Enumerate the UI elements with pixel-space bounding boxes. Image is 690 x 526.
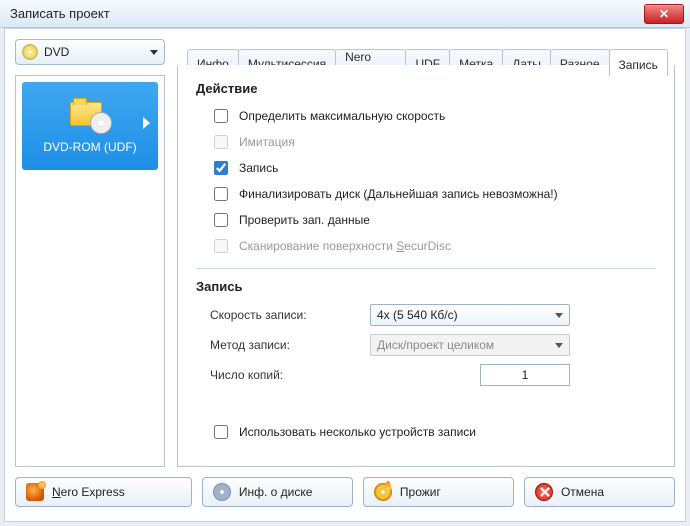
bottom-bar: Nero Express Инф. о диске Прожиг Отмена	[15, 477, 675, 511]
opt-label: Проверить зап. данные	[239, 213, 370, 227]
copies-label: Число копий:	[210, 368, 370, 382]
chevron-down-icon	[555, 313, 563, 318]
checkbox-multi-devices[interactable]	[214, 425, 228, 439]
sidebar-item-dvdrom-udf[interactable]: DVD-ROM (UDF)	[22, 82, 158, 170]
method-label: Метод записи:	[210, 338, 370, 352]
disc-info-button[interactable]: Инф. о диске	[202, 477, 353, 507]
dialog-frame: DVD Инфо Мультисессия Nero DiscSpan UDF …	[4, 28, 686, 522]
section-title-burn: Запись	[196, 279, 656, 294]
opt-securdisc-scan: Сканирование поверхности SecurDisc	[210, 236, 656, 256]
row-speed: Скорость записи: 4x (5 540 Кб/с)	[210, 304, 656, 326]
disc-icon	[22, 44, 38, 60]
project-sidebar: DVD-ROM (UDF)	[15, 75, 165, 467]
button-label: Nero Express	[52, 485, 125, 499]
sidebar-item-label: DVD-ROM (UDF)	[43, 140, 136, 154]
top-row: DVD Инфо Мультисессия Nero DiscSpan UDF …	[15, 39, 675, 67]
button-label: Прожиг	[400, 485, 441, 499]
opt-simulate: Имитация	[210, 132, 656, 152]
method-select: Диск/проект целиком	[370, 334, 570, 356]
button-label: Отмена	[561, 485, 604, 499]
opt-label: Сканирование поверхности SecurDisc	[239, 239, 451, 253]
burn-button[interactable]: Прожиг	[363, 477, 514, 507]
close-button[interactable]: ✕	[644, 4, 684, 24]
chevron-down-icon	[150, 50, 158, 55]
opt-label: Финализировать диск (Дальнейшая запись н…	[239, 187, 558, 201]
chevron-down-icon	[555, 343, 563, 348]
opt-multi-devices[interactable]: Использовать несколько устройств записи	[210, 422, 656, 442]
opt-label: Запись	[239, 161, 278, 175]
opt-finalize[interactable]: Финализировать диск (Дальнейшая запись н…	[210, 184, 656, 204]
checkbox-burn[interactable]	[214, 161, 228, 175]
divider	[196, 268, 656, 269]
folder-disc-icon	[70, 98, 110, 132]
checkbox-securdisc	[214, 239, 228, 253]
tab-burn[interactable]: Запись	[609, 49, 668, 76]
chevron-right-icon	[143, 117, 150, 129]
copies-input[interactable]: 1	[480, 364, 570, 386]
title-bar: Записать проект ✕	[0, 0, 690, 28]
disc-icon	[213, 483, 231, 501]
opt-verify[interactable]: Проверить зап. данные	[210, 210, 656, 230]
close-icon: ✕	[659, 7, 669, 21]
opt-burn[interactable]: Запись	[210, 158, 656, 178]
checkbox-verify[interactable]	[214, 213, 228, 227]
nero-express-button[interactable]: Nero Express	[15, 477, 192, 507]
opt-label: Использовать несколько устройств записи	[239, 425, 476, 439]
drive-label: DVD	[44, 45, 69, 59]
checkbox-simulate	[214, 135, 228, 149]
row-copies: Число копий: 1	[210, 364, 656, 386]
opt-label: Имитация	[239, 135, 295, 149]
burn-icon	[374, 483, 392, 501]
section-title-action: Действие	[196, 81, 656, 96]
drive-selector[interactable]: DVD	[15, 39, 165, 65]
nero-icon	[26, 483, 44, 501]
cancel-icon	[535, 483, 553, 501]
speed-label: Скорость записи:	[210, 308, 370, 322]
checkbox-finalize[interactable]	[214, 187, 228, 201]
speed-select[interactable]: 4x (5 540 Кб/с)	[370, 304, 570, 326]
window-title: Записать проект	[10, 6, 644, 21]
button-label: Инф. о диске	[239, 485, 313, 499]
row-method: Метод записи: Диск/проект целиком	[210, 334, 656, 356]
opt-label: Определить максимальную скорость	[239, 109, 445, 123]
burn-panel: Действие Определить максимальную скорост…	[177, 65, 675, 467]
checkbox-max-speed[interactable]	[214, 109, 228, 123]
method-value: Диск/проект целиком	[377, 338, 494, 352]
opt-max-speed[interactable]: Определить максимальную скорость	[210, 106, 656, 126]
cancel-button[interactable]: Отмена	[524, 477, 675, 507]
speed-value: 4x (5 540 Кб/с)	[377, 308, 458, 322]
